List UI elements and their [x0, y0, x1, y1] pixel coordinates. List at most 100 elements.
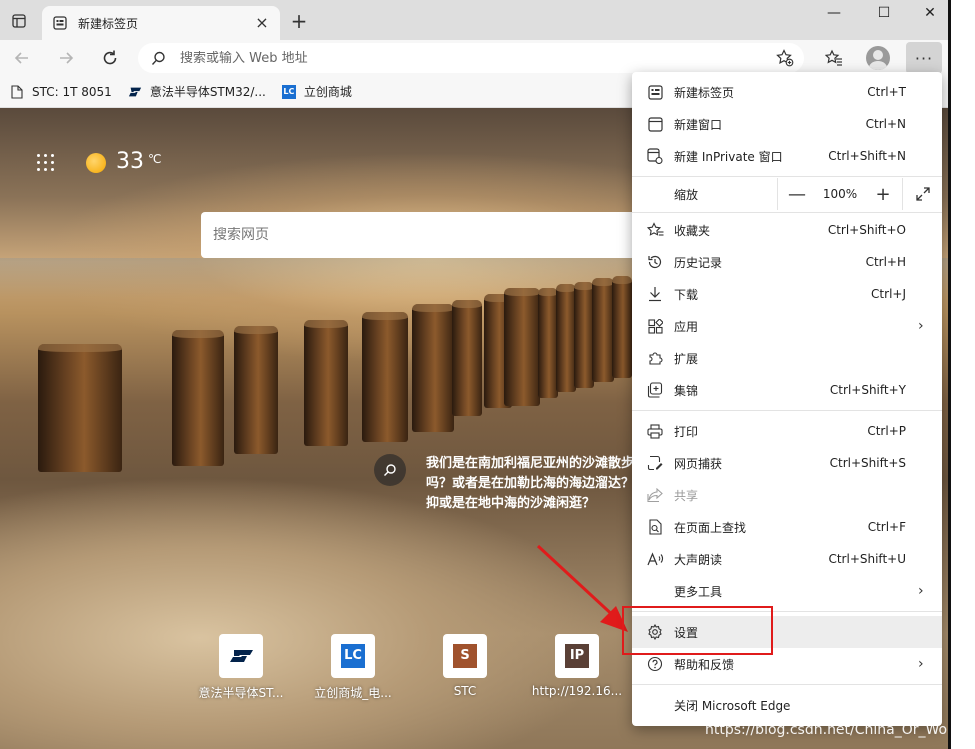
menu-item-label: 新建 InPrivate 窗口 — [674, 149, 783, 164]
menu-item-extensions[interactable]: 扩展 — [632, 342, 942, 374]
chevron-right-icon: › — [918, 656, 924, 672]
read-aloud-icon — [646, 550, 664, 568]
background-post — [452, 300, 482, 416]
find-on-page-icon — [646, 518, 664, 536]
apps-icon — [646, 317, 664, 335]
menu-item-history[interactable]: 历史记录 Ctrl+H — [632, 246, 942, 278]
close-window-button[interactable]: ✕ — [908, 0, 952, 26]
menu-item-label: 关闭 Microsoft Edge — [674, 698, 791, 713]
menu-item-share[interactable]: 共享 — [632, 479, 942, 511]
bookmark-lc[interactable]: LC 立创商城 — [281, 83, 352, 100]
quick-link-ip[interactable]: IP http://192.16... — [527, 634, 627, 698]
menu-item-label: 更多工具 — [674, 584, 723, 599]
document-icon — [10, 84, 24, 99]
bookmark-stc[interactable]: STC: 1T 8051 — [10, 85, 112, 99]
menu-separator — [632, 212, 942, 213]
menu-item-find-on-page[interactable]: 在页面上查找 Ctrl+F — [632, 511, 942, 543]
forward-arrow-icon — [60, 52, 74, 64]
zoom-out-button[interactable]: — — [778, 178, 816, 210]
extensions-icon — [646, 349, 664, 367]
background-post — [556, 284, 576, 392]
menu-item-read-aloud[interactable]: 大声朗读 Ctrl+Shift+U — [632, 543, 942, 575]
close-edge-spacer — [646, 696, 664, 714]
more-tools-spacer — [646, 582, 664, 600]
refresh-button[interactable] — [96, 44, 124, 72]
menu-item-new-window[interactable]: 新建窗口 Ctrl+N — [632, 108, 942, 140]
menu-item-label: 网页捕获 — [674, 456, 723, 471]
menu-item-print[interactable]: 打印 Ctrl+P — [632, 415, 942, 447]
background-post — [574, 282, 594, 388]
tab-actions-button[interactable] — [6, 8, 32, 34]
bookmark-st[interactable]: 意法半导体STM32/... — [128, 83, 266, 100]
full-screen-button[interactable] — [904, 178, 942, 210]
new-tab-button[interactable]: + — [288, 10, 310, 32]
favorites-icon — [646, 221, 664, 239]
menu-item-shortcut: Ctrl+J — [871, 287, 906, 301]
background-post — [412, 304, 454, 432]
menu-item-shortcut: Ctrl+Shift+U — [828, 552, 906, 566]
lc-logo-icon: LC — [281, 84, 296, 99]
menu-item-label: 应用 — [674, 319, 699, 334]
minimize-button[interactable]: — — [812, 0, 856, 26]
zoom-in-button[interactable]: + — [864, 178, 902, 210]
app-launcher-button[interactable] — [36, 153, 56, 173]
quick-link-lc[interactable]: LC 立创商城_电... — [303, 634, 403, 701]
menu-item-more-tools[interactable]: 更多工具 › — [632, 575, 942, 607]
window-edge — [948, 0, 975, 749]
title-bar: 新建标签页 × + — ☐ ✕ — [0, 0, 948, 40]
back-button[interactable] — [8, 44, 36, 72]
weather-widget[interactable]: 33 ℃ — [86, 148, 161, 176]
app-launcher-dot — [51, 161, 54, 164]
favorites-button[interactable] — [820, 44, 848, 72]
menu-item-collections[interactable]: 集锦 Ctrl+Shift+Y — [632, 374, 942, 406]
image-search-button[interactable] — [374, 454, 406, 486]
refresh-icon — [103, 50, 117, 65]
menu-item-downloads[interactable]: 下载 Ctrl+J — [632, 278, 942, 310]
quick-link-label: 意法半导体ST... — [198, 686, 284, 700]
st-tile-icon — [219, 634, 263, 678]
profile-avatar[interactable] — [866, 46, 890, 70]
menu-item-new-tab[interactable]: 新建标签页 Ctrl+T — [632, 76, 942, 108]
menu-item-label: 扩展 — [674, 351, 699, 366]
menu-item-label: 共享 — [674, 488, 699, 503]
app-launcher-dot — [37, 154, 40, 157]
settings-and-more-button[interactable]: ··· — [906, 42, 942, 74]
weather-unit: ℃ — [148, 152, 162, 166]
stc-tile-icon: S — [443, 634, 487, 678]
menu-item-web-capture[interactable]: 网页捕获 Ctrl+Shift+S — [632, 447, 942, 479]
address-input[interactable] — [180, 50, 804, 66]
forward-button[interactable] — [52, 44, 80, 72]
maximize-button[interactable]: ☐ — [862, 0, 906, 26]
search-icon — [150, 50, 166, 66]
menu-item-new-inprivate[interactable]: 新建 InPrivate 窗口 Ctrl+Shift+N — [632, 140, 942, 172]
address-bar[interactable] — [138, 43, 804, 73]
lc-badge: LC — [281, 84, 296, 99]
web-capture-icon — [646, 454, 664, 472]
web-search-box[interactable] — [201, 212, 641, 258]
web-search-input[interactable] — [213, 227, 641, 243]
menu-item-shortcut: Ctrl+P — [867, 424, 906, 438]
background-post — [538, 288, 558, 398]
tab-new-tab[interactable]: 新建标签页 × — [42, 6, 280, 40]
new-window-icon — [646, 115, 664, 133]
bookmark-label: 意法半导体STM32/... — [149, 85, 266, 99]
chevron-right-icon: › — [918, 583, 924, 599]
add-favorite-icon[interactable] — [776, 49, 794, 67]
lc-tile-icon: LC — [331, 634, 375, 678]
menu-item-favorites[interactable]: 收藏夹 Ctrl+Shift+O — [632, 214, 942, 246]
tab-actions-icon — [12, 14, 26, 28]
image-info: 我们是在南加利福尼亚州的沙滩散步吗？或者是在加勒比海的海边溜达？抑或是在地中海的… — [374, 454, 634, 514]
menu-item-apps[interactable]: 应用 › — [632, 310, 942, 342]
tab-title: 新建标签页 — [78, 16, 139, 31]
bookmark-label: STC: 1T 8051 — [32, 84, 112, 99]
collections-icon — [646, 381, 664, 399]
quick-link-st[interactable]: 意法半导体ST... — [191, 634, 291, 701]
ip-tile-icon: IP — [555, 634, 599, 678]
quick-link-stc[interactable]: S STC — [415, 634, 515, 698]
tab-close-icon[interactable]: × — [254, 15, 270, 31]
app-launcher-dot — [51, 168, 54, 171]
app-launcher-dot — [44, 168, 47, 171]
menu-item-close-edge[interactable]: 关闭 Microsoft Edge — [632, 689, 942, 721]
menu-item-label: 新建标签页 — [674, 85, 735, 100]
share-icon — [646, 486, 664, 504]
